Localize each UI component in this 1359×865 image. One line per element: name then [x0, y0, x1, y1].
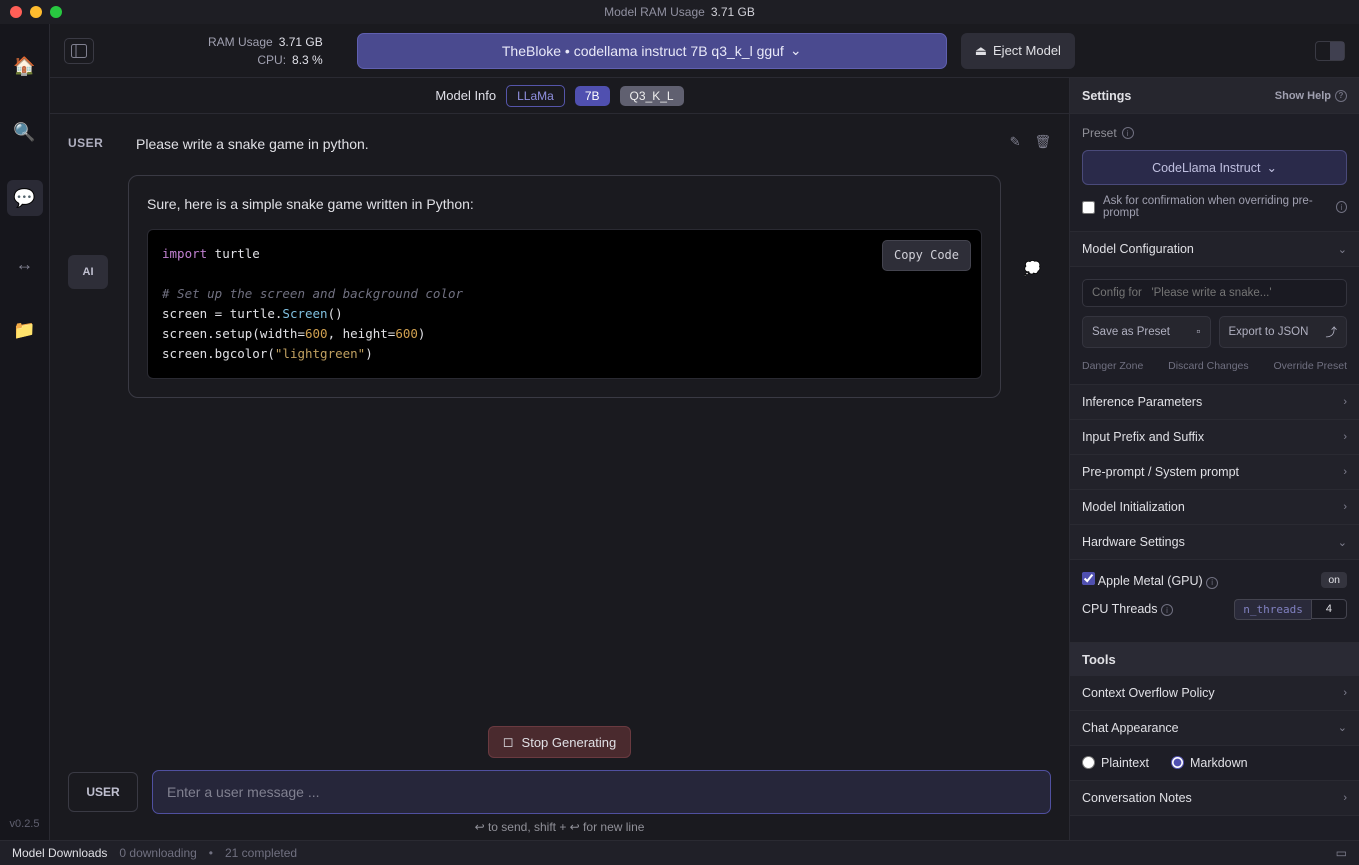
export-icon: ⤴ — [1326, 324, 1338, 340]
info-icon: i — [1161, 604, 1173, 616]
ai-role-label: AI — [68, 255, 108, 289]
info-icon: i — [1336, 201, 1347, 213]
chevron-right-icon: › — [1343, 501, 1347, 513]
threads-key-label: n_threads — [1234, 599, 1311, 620]
thinking-icon: 💭 — [1024, 260, 1041, 277]
completed-count: 21 completed — [225, 846, 297, 860]
eject-model-button[interactable]: ⏏ Eject Model — [961, 33, 1075, 69]
copy-code-button[interactable]: Copy Code — [882, 240, 971, 271]
preset-label: Preset i — [1082, 126, 1347, 140]
downloading-count: 0 downloading — [119, 846, 196, 860]
title-text: Model RAM Usage3.71 GB — [604, 5, 755, 19]
chevron-down-icon: ⌄ — [1338, 721, 1347, 734]
bottom-bar: Model Downloads 0 downloading • 21 compl… — [0, 840, 1359, 865]
close-window[interactable] — [10, 6, 22, 18]
user-message-text: Please write a snake game in python. — [136, 134, 1051, 155]
stop-icon: ◻ — [503, 734, 514, 750]
info-icon: i — [1206, 577, 1218, 589]
cpu-threads-label: CPU Threads — [1082, 602, 1158, 616]
settings-title: Settings — [1082, 89, 1131, 103]
chevron-down-icon: ⌄ — [1266, 160, 1276, 175]
stop-generating-button[interactable]: ◻ Stop Generating — [488, 726, 631, 758]
context-overflow-section[interactable]: Context Overflow Policy› — [1070, 676, 1359, 711]
confirm-override-checkbox[interactable] — [1082, 201, 1095, 214]
ai-intro-text: Sure, here is a simple snake game writte… — [147, 194, 982, 215]
help-icon: ? — [1335, 90, 1347, 102]
hardware-section[interactable]: Hardware Settings⌄ — [1070, 525, 1359, 560]
save-preset-button[interactable]: Save as Preset ▫ — [1082, 316, 1211, 348]
discard-changes-button[interactable]: Discard Changes — [1168, 360, 1249, 372]
chevron-right-icon: › — [1343, 466, 1347, 478]
danger-zone-label: Danger Zone — [1082, 360, 1143, 372]
sidebar-chat[interactable]: 💬 — [7, 180, 43, 216]
settings-panel: Settings Show Help ? Preset i CodeLlama … — [1069, 78, 1359, 840]
model-init-section[interactable]: Model Initialization› — [1070, 490, 1359, 525]
info-icon: i — [1122, 127, 1134, 139]
minimize-window[interactable] — [30, 6, 42, 18]
user-message-row: USER Please write a snake game in python… — [68, 134, 1051, 155]
user-role-label: USER — [68, 134, 116, 155]
chevron-right-icon: › — [1343, 396, 1347, 408]
code-block: Copy Code import turtle # Set up the scr… — [147, 229, 982, 379]
save-icon: ▫ — [1196, 326, 1200, 338]
version-label: v0.2.5 — [10, 818, 40, 830]
terminal-icon[interactable]: ▭ — [1336, 846, 1347, 860]
plaintext-radio[interactable]: Plaintext — [1082, 756, 1149, 770]
eject-icon: ⏏ — [975, 43, 987, 59]
sidebar-search[interactable]: 🔍 — [7, 114, 43, 150]
model-config-header[interactable]: Model Configuration ⌄ — [1070, 232, 1359, 267]
model-selector[interactable]: TheBloke • codellama instruct 7B q3_k_l … — [357, 33, 947, 69]
ai-response-bubble: Sure, here is a simple snake game writte… — [128, 175, 1001, 398]
confirm-override-label: Ask for confirmation when overriding pre… — [1103, 195, 1328, 219]
downloads-label[interactable]: Model Downloads — [12, 846, 107, 860]
titlebar: Model RAM Usage3.71 GB — [0, 0, 1359, 24]
inference-params-section[interactable]: Inference Parameters› — [1070, 385, 1359, 420]
metal-state-badge: on — [1321, 572, 1347, 588]
chevron-right-icon: › — [1343, 792, 1347, 804]
config-name-input[interactable] — [1082, 279, 1347, 307]
edit-icon[interactable]: ✎ — [1010, 134, 1021, 150]
chevron-right-icon: › — [1343, 431, 1347, 443]
sidebar-server[interactable]: ↔ — [7, 246, 43, 282]
window-controls — [10, 6, 62, 18]
threads-value-input[interactable]: 4 — [1311, 599, 1347, 619]
chevron-right-icon: › — [1343, 687, 1347, 699]
quant-badge: Q3_K_L — [620, 86, 684, 106]
metal-label: Apple Metal (GPU) — [1098, 574, 1203, 588]
model-info-bar: Model Info LLaMa 7B Q3_K_L — [50, 78, 1069, 114]
messages-area: USER Please write a snake game in python… — [50, 114, 1069, 720]
chevron-down-icon: ⌄ — [1338, 536, 1347, 549]
message-input[interactable] — [152, 770, 1051, 814]
maximize-window[interactable] — [50, 6, 62, 18]
topbar: RAM Usage3.71 GB CPU:8.3 % TheBloke • co… — [50, 24, 1359, 78]
prefix-suffix-section[interactable]: Input Prefix and Suffix› — [1070, 420, 1359, 455]
left-panel-toggle[interactable] — [64, 38, 94, 64]
size-badge: 7B — [575, 86, 610, 106]
export-json-button[interactable]: Export to JSON ⤴ — [1219, 316, 1348, 348]
chevron-down-icon: ⌄ — [1338, 243, 1347, 256]
right-panel-toggle[interactable] — [1315, 41, 1345, 61]
override-preset-button[interactable]: Override Preset — [1273, 360, 1347, 372]
markdown-radio[interactable]: Markdown — [1171, 756, 1248, 770]
show-help-button[interactable]: Show Help ? — [1275, 90, 1347, 102]
sidebar-home[interactable]: 🏠 — [7, 48, 43, 84]
input-hint: ↩ to send, shift + ↩ for new line — [50, 820, 1069, 840]
resource-stats: RAM Usage3.71 GB CPU:8.3 % — [208, 33, 323, 69]
tools-header: Tools — [1070, 643, 1359, 676]
input-role-label[interactable]: USER — [68, 772, 138, 812]
preprompt-section[interactable]: Pre-prompt / System prompt› — [1070, 455, 1359, 490]
preset-selector[interactable]: CodeLlama Instruct ⌄ — [1082, 150, 1347, 185]
delete-icon[interactable]: 🗑 — [1034, 134, 1051, 150]
chat-appearance-section[interactable]: Chat Appearance⌄ — [1070, 711, 1359, 746]
ai-message-row: AI Sure, here is a simple snake game wri… — [68, 175, 1051, 398]
metal-checkbox[interactable] — [1082, 572, 1095, 585]
arch-badge: LLaMa — [506, 85, 565, 107]
chevron-down-icon: ⌄ — [790, 42, 802, 59]
conversation-notes-section[interactable]: Conversation Notes› — [1070, 781, 1359, 816]
sidebar-folder[interactable]: 📁 — [7, 312, 43, 348]
sidebar: 🏠 🔍 💬 ↔ 📁 v0.2.5 — [0, 24, 50, 840]
